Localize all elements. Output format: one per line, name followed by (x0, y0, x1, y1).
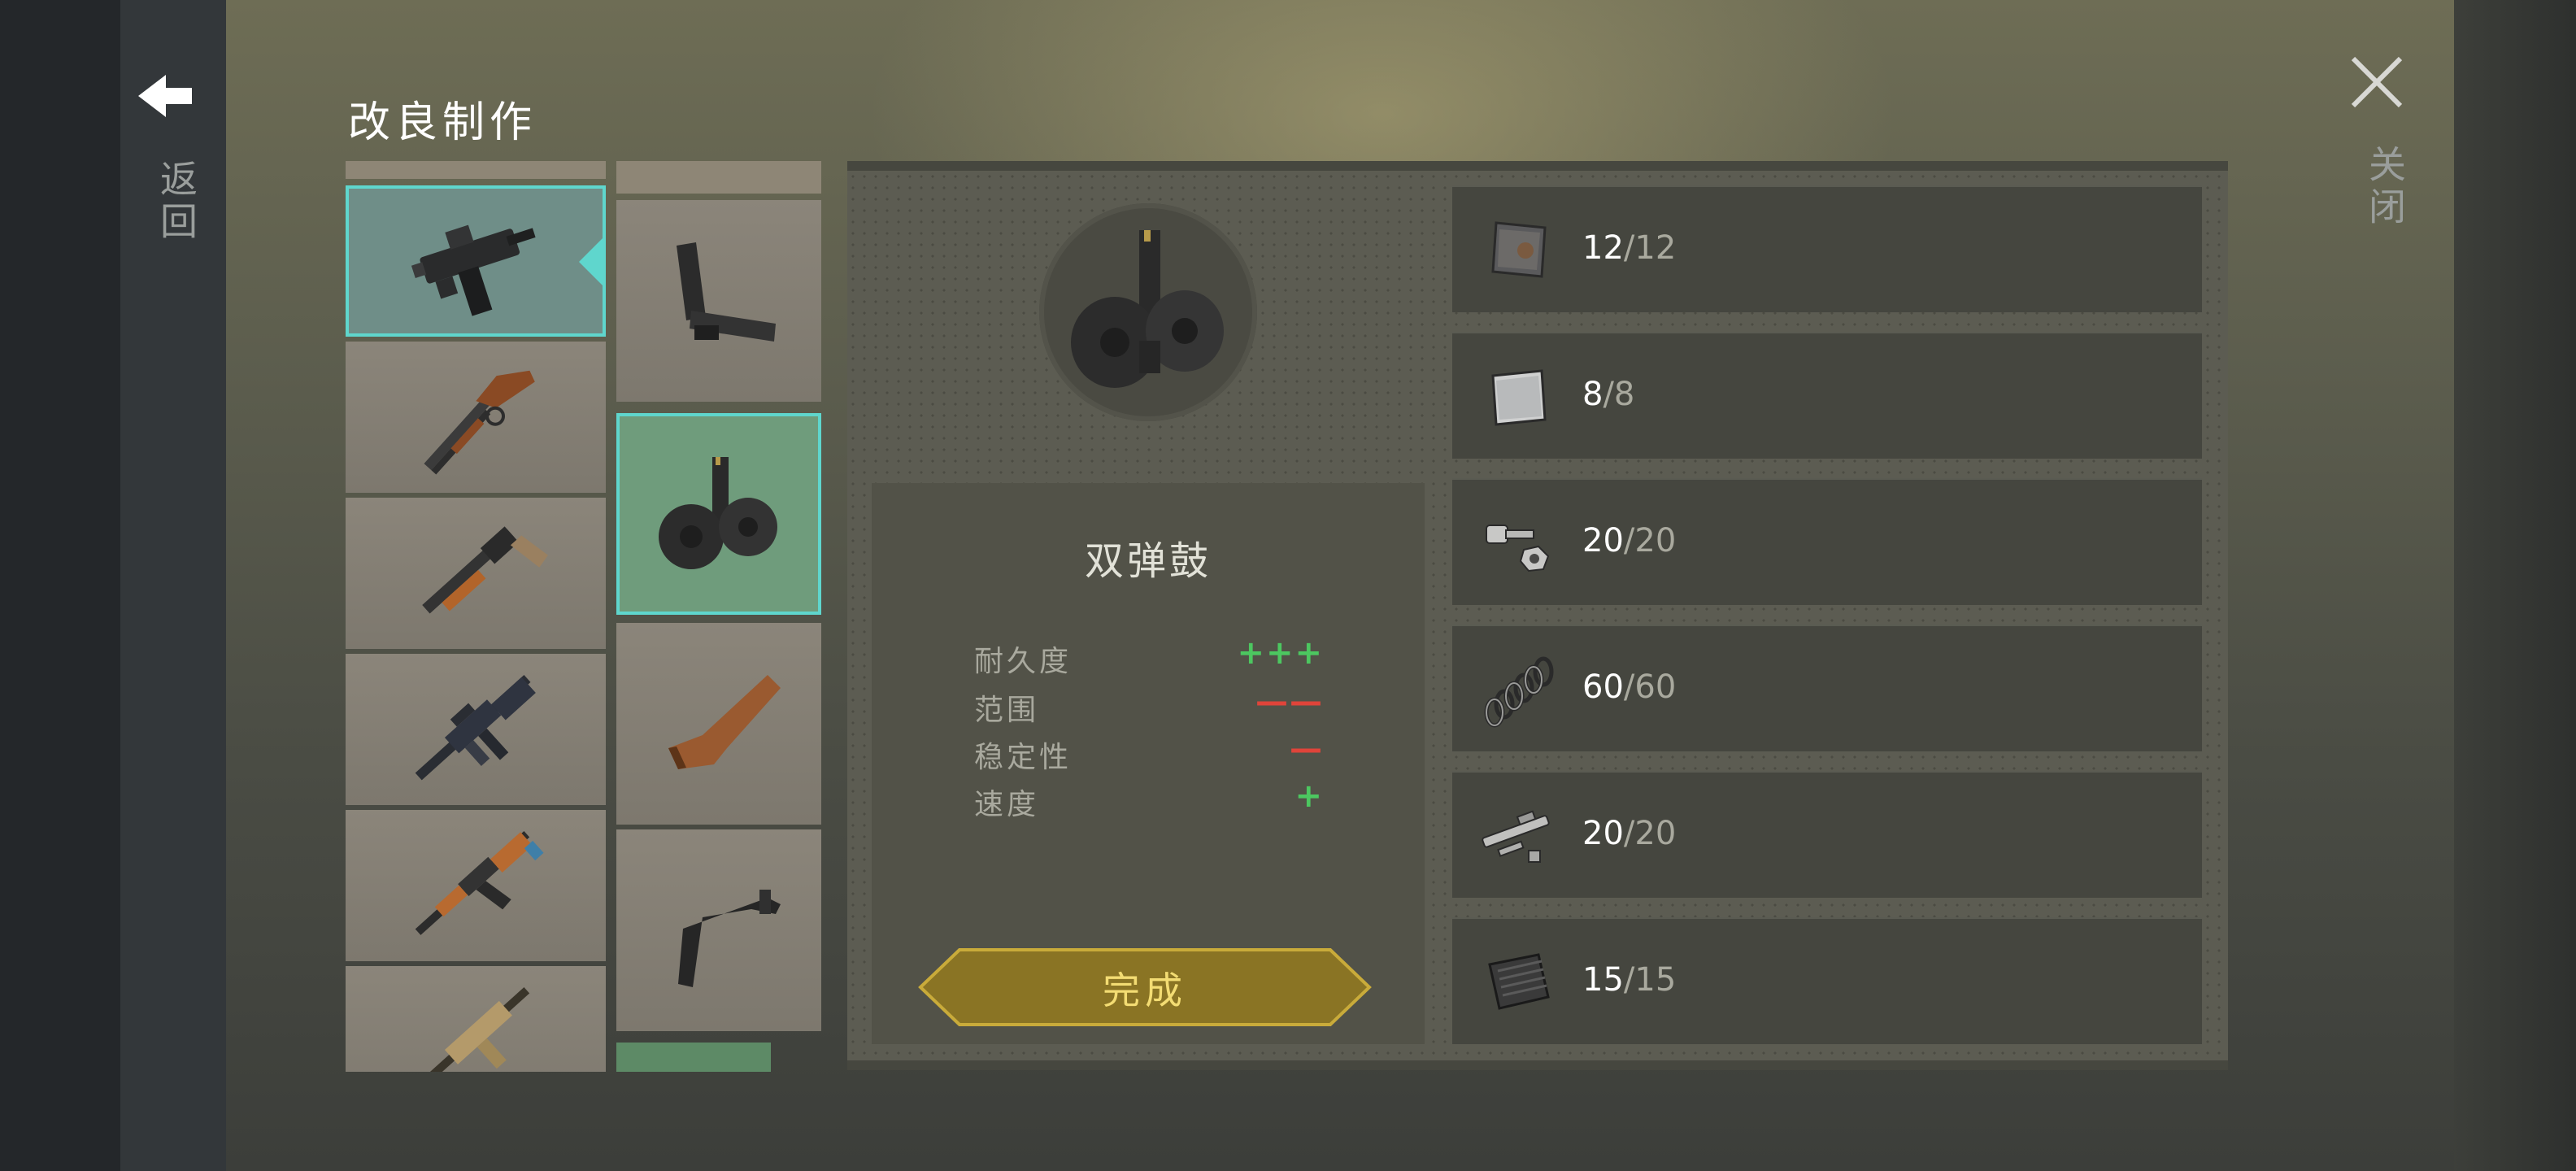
folding-stock-icon (678, 890, 781, 987)
material-count: 20/20 (1582, 522, 1677, 559)
part-cell-wooden-stock[interactable] (616, 623, 821, 825)
wooden-stock-icon (668, 675, 781, 769)
material-row: 12/12 (1452, 185, 2202, 312)
right-rail (2454, 0, 2576, 1171)
spring-icon (1484, 656, 1554, 728)
weapon-cell-lever-rifle[interactable] (346, 342, 606, 493)
part-list-top-edge (616, 161, 821, 194)
material-count: 20/20 (1582, 815, 1677, 852)
complete-button-label: 完成 (1103, 969, 1187, 1012)
back-button[interactable]: 返回 (138, 63, 203, 259)
stat-label: 范围 (974, 694, 1040, 727)
m16-rifle-icon (415, 675, 536, 781)
page-title: 改良制作 (348, 98, 537, 147)
pump-shotgun-icon (422, 526, 548, 614)
double-drum-magazine-icon (659, 457, 777, 569)
ak-rifle-icon (415, 831, 544, 935)
part-cell-double-drum[interactable] (616, 413, 821, 615)
weapon-cell-shotgun[interactable] (346, 498, 606, 649)
material-count: 8/8 (1582, 376, 1635, 413)
stat-row-durability: 耐久度 +++ (974, 634, 1324, 678)
sheet-metal-icon (1488, 953, 1550, 1010)
stat-label: 耐久度 (974, 645, 1073, 678)
material-row: 60/60 (1452, 625, 2202, 751)
selection-pointer-icon (579, 237, 603, 286)
extended-magazine-icon (677, 242, 776, 342)
material-count: 15/15 (1582, 961, 1677, 999)
bolt-nut-icon (1486, 525, 1550, 572)
close-button[interactable]: 关闭 (2350, 55, 2415, 242)
material-count: 12/12 (1582, 229, 1677, 267)
weapon-cell-tan-rifle[interactable] (346, 966, 606, 1072)
weapon-cell-uzi[interactable] (346, 185, 606, 337)
double-drum-magazine-large-icon (1071, 230, 1224, 388)
part-cell-extended-magazine[interactable] (616, 200, 821, 402)
left-edge (0, 0, 120, 1171)
stat-row-speed: 速度 + (974, 777, 1324, 821)
material-row: 20/20 (1452, 478, 2202, 605)
back-label: 返回 (154, 159, 198, 244)
arrow-left-icon (138, 75, 192, 117)
item-preview (1039, 203, 1257, 421)
weapon-list-top-edge (346, 161, 606, 179)
item-name: 双弹鼓 (1084, 538, 1212, 584)
material-row: 15/15 (1452, 917, 2202, 1044)
weapon-list[interactable] (346, 161, 606, 1072)
stat-label: 稳定性 (974, 741, 1073, 774)
stat-value: — (1290, 730, 1324, 768)
material-row: 8/8 (1452, 332, 2202, 459)
steel-sheet-icon (1491, 369, 1547, 426)
stat-value: + (1295, 777, 1324, 815)
gun-parts-icon (1482, 810, 1550, 863)
material-count: 60/60 (1582, 668, 1677, 706)
stat-value: —— (1255, 683, 1324, 720)
tan-rifle-icon (415, 987, 530, 1072)
weapon-cell-m16[interactable] (346, 654, 606, 805)
stat-row-stability: 稳定性 — (974, 730, 1324, 774)
part-cell-folding-stock[interactable] (616, 829, 821, 1031)
complete-button[interactable]: 完成 (917, 947, 1373, 1028)
close-label: 关闭 (2363, 145, 2407, 229)
stat-value: +++ (1237, 634, 1324, 672)
material-row: 20/20 (1452, 771, 2202, 898)
stat-label: 速度 (974, 788, 1040, 821)
weapon-cell-ak[interactable] (346, 810, 606, 961)
close-x-icon (2351, 56, 2403, 108)
part-list-bottom-edge (616, 1043, 771, 1072)
lever-action-rifle-icon (424, 370, 535, 475)
uzi-smg-icon (411, 224, 536, 316)
part-list[interactable] (616, 161, 821, 1072)
metal-plate-icon (1491, 221, 1547, 278)
stat-row-range: 范围 —— (974, 683, 1324, 727)
